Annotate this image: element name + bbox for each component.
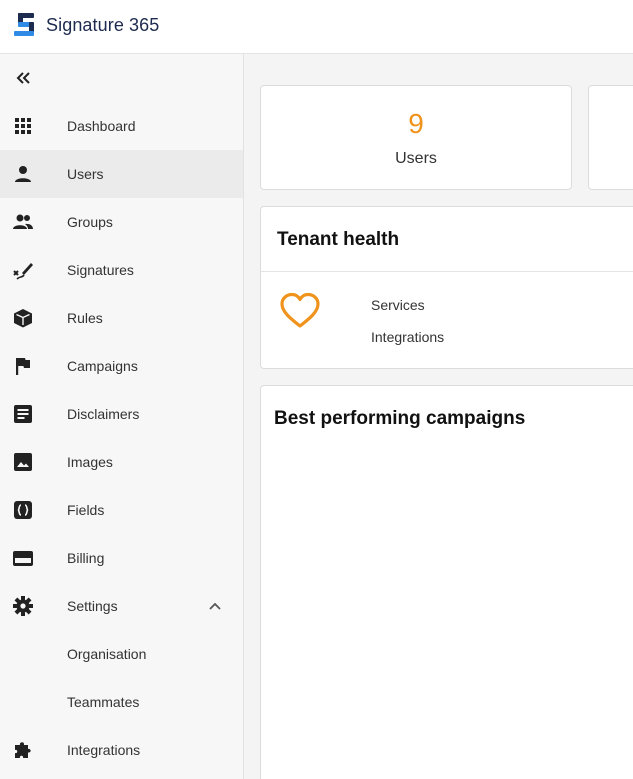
sidebar-item-dashboard[interactable]: Dashboard: [0, 102, 243, 150]
users-count: 9: [408, 108, 424, 139]
sidebar-item-users[interactable]: Users: [0, 150, 243, 198]
chevron-up-icon[interactable]: [207, 599, 223, 613]
collapse-sidebar-icon[interactable]: [13, 68, 33, 88]
sidebar-item-label: Teammates: [67, 694, 140, 710]
cube-icon: [14, 309, 32, 328]
tenant-health-title: Tenant health: [277, 229, 400, 250]
sidebar-nav: Dashboard Users Groups Signatures Rules …: [0, 102, 243, 774]
health-row-services: Services: [371, 297, 425, 313]
logo-icon: [14, 13, 34, 36]
users-stat-card[interactable]: 9 Users: [260, 85, 572, 190]
puzzle-icon: [15, 742, 31, 758]
users-stat-label: Users: [395, 150, 437, 167]
sidebar-item-images[interactable]: Images: [0, 438, 243, 486]
sidebar-item-label: Groups: [67, 214, 113, 230]
sidebar-item-label: Campaigns: [67, 358, 138, 374]
sidebar: Dashboard Users Groups Signatures Rules …: [0, 54, 244, 779]
sidebar-item-label: Users: [67, 166, 104, 182]
credit-card-icon: [13, 551, 33, 566]
grid-icon: [15, 118, 31, 134]
campaigns-card: Best performing campaigns: [260, 385, 633, 779]
stat-card-partial[interactable]: [588, 85, 633, 190]
image-icon: [14, 453, 32, 471]
health-row-integrations: Integrations: [371, 329, 445, 345]
signature-icon: [13, 263, 33, 280]
sidebar-item-label: Dashboard: [67, 118, 136, 134]
card-divider: [261, 271, 633, 272]
people-icon: [13, 214, 33, 229]
app-name: Signature 365: [46, 14, 160, 35]
sidebar-item-label: Disclaimers: [67, 406, 140, 422]
sidebar-item-label: Organisation: [67, 646, 147, 662]
sidebar-item-settings[interactable]: Settings: [0, 582, 243, 630]
tenant-health-card: Tenant health Services Integrations: [260, 206, 633, 369]
sidebar-item-rules[interactable]: Rules: [0, 294, 243, 342]
sidebar-item-campaigns[interactable]: Campaigns: [0, 342, 243, 390]
campaigns-title: Best performing campaigns: [274, 408, 526, 429]
flag-icon: [16, 358, 30, 375]
sidebar-item-signatures[interactable]: Signatures: [0, 246, 243, 294]
sidebar-item-integrations[interactable]: Integrations: [0, 726, 243, 774]
logo[interactable]: Signature 365: [14, 12, 159, 38]
sidebar-item-label: Fields: [67, 502, 105, 518]
braces-icon: [14, 501, 32, 519]
gear-icon: [13, 596, 33, 616]
sidebar-item-label: Billing: [67, 550, 105, 566]
sidebar-item-label: Rules: [67, 310, 103, 326]
sidebar-item-label: Settings: [67, 598, 118, 614]
top-bar: Signature 365: [0, 0, 633, 54]
sidebar-item-label: Integrations: [67, 742, 141, 758]
document-icon: [14, 405, 32, 423]
main-content: 9 Users Tenant health Services Integrati…: [244, 54, 633, 779]
sidebar-item-disclaimers[interactable]: Disclaimers: [0, 390, 243, 438]
sidebar-item-label: Signatures: [67, 262, 134, 278]
person-icon: [15, 166, 31, 182]
sidebar-item-billing[interactable]: Billing: [0, 534, 243, 582]
sidebar-item-organisation[interactable]: Organisation: [0, 630, 243, 678]
sidebar-item-teammates[interactable]: Teammates: [0, 678, 243, 726]
sidebar-item-label: Images: [67, 454, 113, 470]
sidebar-item-fields[interactable]: Fields: [0, 486, 243, 534]
heart-icon: [280, 292, 320, 328]
sidebar-item-groups[interactable]: Groups: [0, 198, 243, 246]
